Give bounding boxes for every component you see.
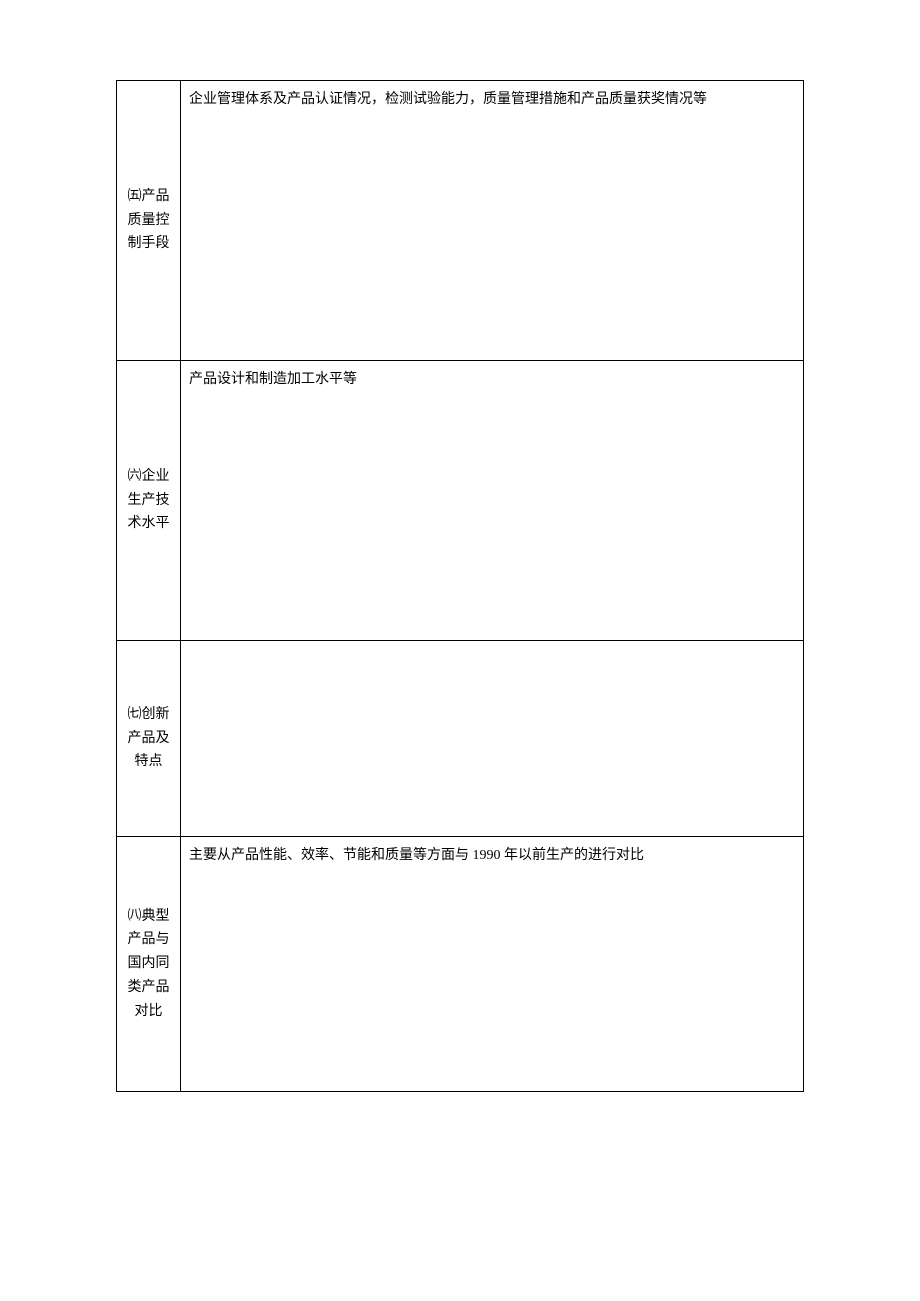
table-row: ㈤产品质量控制手段 企业管理体系及产品认证情况，检测试验能力，质量管理措施和产品… bbox=[117, 81, 803, 361]
table-row: ㈦创新产品及特点 bbox=[117, 641, 803, 837]
row-content-cell bbox=[181, 641, 803, 836]
row-label: ㈤产品质量控制手段 bbox=[123, 185, 174, 256]
row-content-cell: 主要从产品性能、效率、节能和质量等方面与 1990 年以前生产的进行对比 bbox=[181, 837, 803, 1091]
row-label: ㈧典型产品与国内同类产品对比 bbox=[123, 905, 174, 1024]
row-content: 产品设计和制造加工水平等 bbox=[189, 372, 357, 387]
row-label-cell: ㈦创新产品及特点 bbox=[117, 641, 181, 836]
row-content-cell: 产品设计和制造加工水平等 bbox=[181, 361, 803, 640]
form-table: ㈤产品质量控制手段 企业管理体系及产品认证情况，检测试验能力，质量管理措施和产品… bbox=[116, 80, 804, 1092]
row-label-cell: ㈤产品质量控制手段 bbox=[117, 81, 181, 360]
table-row: ㈥企业生产技术水平 产品设计和制造加工水平等 bbox=[117, 361, 803, 641]
row-label-cell: ㈥企业生产技术水平 bbox=[117, 361, 181, 640]
row-label: ㈦创新产品及特点 bbox=[123, 703, 174, 774]
row-label: ㈥企业生产技术水平 bbox=[123, 465, 174, 536]
table-row: ㈧典型产品与国内同类产品对比 主要从产品性能、效率、节能和质量等方面与 1990… bbox=[117, 837, 803, 1091]
row-content: 企业管理体系及产品认证情况，检测试验能力，质量管理措施和产品质量获奖情况等 bbox=[189, 92, 707, 107]
row-label-cell: ㈧典型产品与国内同类产品对比 bbox=[117, 837, 181, 1091]
row-content-cell: 企业管理体系及产品认证情况，检测试验能力，质量管理措施和产品质量获奖情况等 bbox=[181, 81, 803, 360]
row-content: 主要从产品性能、效率、节能和质量等方面与 1990 年以前生产的进行对比 bbox=[189, 848, 644, 863]
